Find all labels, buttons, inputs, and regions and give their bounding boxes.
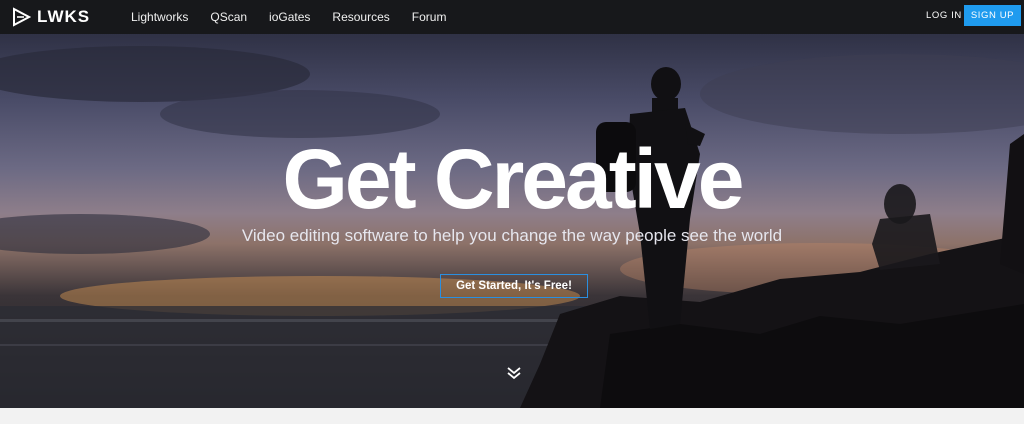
nav-link-resources[interactable]: Resources	[332, 10, 389, 24]
nav-link-lightworks[interactable]: Lightworks	[131, 10, 188, 24]
play-triangle-logo-icon	[13, 7, 31, 27]
nav-link-forum[interactable]: Forum	[412, 10, 447, 24]
brand-name: LWKS	[37, 7, 91, 26]
main-nav: Lightworks QScan ioGates Resources Forum	[131, 0, 468, 34]
nav-link-qscan[interactable]: QScan	[210, 10, 247, 24]
nav-link-iogates[interactable]: ioGates	[269, 10, 310, 24]
page-content-start	[0, 408, 1024, 424]
get-started-button[interactable]: Get Started, It's Free!	[440, 274, 588, 298]
hero-headline: Get Creative	[282, 132, 745, 226]
signup-button[interactable]: SIGN UP	[964, 5, 1021, 26]
top-navbar: LWKS Lightworks QScan ioGates Resources …	[0, 0, 1024, 34]
login-link[interactable]: LOG IN	[926, 10, 962, 22]
hero-subheading: Video editing software to help you chang…	[241, 226, 783, 245]
hero-section: Get Creative Video editing software to h…	[0, 34, 1024, 408]
double-chevron-down-icon[interactable]	[505, 366, 523, 380]
brand-logo[interactable]: LWKS	[11, 7, 90, 27]
